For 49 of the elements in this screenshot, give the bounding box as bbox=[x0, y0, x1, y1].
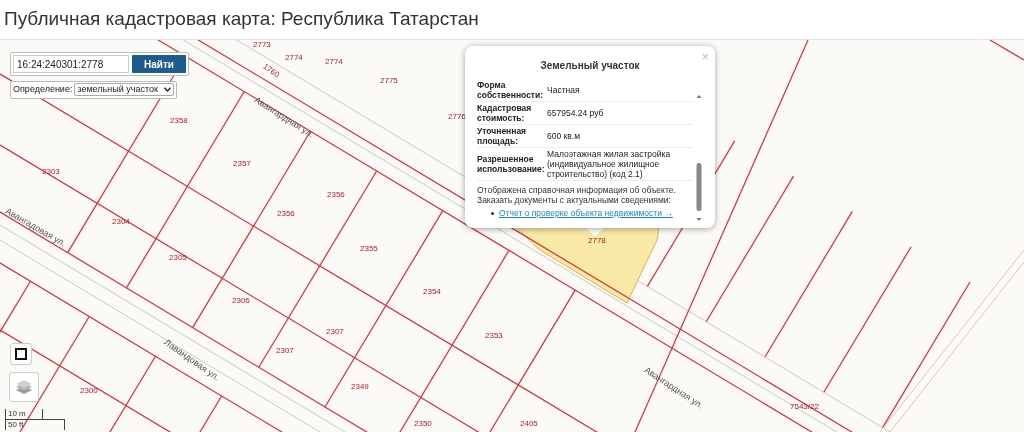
parcel-number: 2349 bbox=[351, 383, 369, 391]
property-label: Разрешенное использование: bbox=[477, 154, 543, 174]
parcel-number: 2356 bbox=[327, 191, 345, 199]
property-value: 657954.24 руб bbox=[547, 108, 604, 118]
parcel-number: 2354 bbox=[423, 288, 441, 296]
parcel-number: 2305 bbox=[169, 254, 187, 262]
parcel-number: 2306 bbox=[232, 297, 250, 305]
parcel-number: 2775 bbox=[380, 77, 398, 85]
parcel-number: 2776 bbox=[448, 113, 466, 121]
parcel-number: 2358 bbox=[170, 117, 188, 125]
parcel-number: 2304 bbox=[112, 218, 130, 226]
parcel-number: 2307 bbox=[276, 347, 294, 355]
layers-icon bbox=[15, 379, 33, 395]
report-link[interactable]: Отчет о проверке объекта недвижимости → bbox=[499, 208, 673, 219]
info-note: Отображена справочная информация об объекте. Заказать документы с актуальными сведениями: bbox=[477, 185, 677, 205]
parcel-number: 2774 bbox=[325, 58, 343, 66]
page-title: Публичная кадастровая карта: Республика Татарстан bbox=[4, 7, 479, 32]
select-area-tool-button[interactable] bbox=[10, 343, 32, 365]
property-label: Форма собственности: bbox=[477, 80, 543, 100]
definition-select[interactable]: земельный участок bbox=[74, 83, 174, 97]
definition-label: Определение: bbox=[13, 83, 73, 96]
parcel-number: 2773 bbox=[253, 41, 271, 49]
cadastral-number-field[interactable]: 16:24:240301:2778 bbox=[13, 55, 129, 73]
parcel-number: 2357 bbox=[233, 160, 251, 168]
square-icon bbox=[15, 348, 27, 360]
parcel-number: 2303 bbox=[42, 168, 60, 176]
scrollbar[interactable] bbox=[695, 93, 703, 223]
parcel-number: 2355 bbox=[360, 245, 378, 253]
property-label: Кадастровая стоимость: bbox=[477, 103, 533, 123]
parcel-number: 2405 bbox=[520, 420, 538, 428]
scale-imperial: 50 ft bbox=[5, 419, 65, 430]
parcel-number: 2300 bbox=[80, 387, 98, 395]
layers-button[interactable] bbox=[9, 372, 39, 402]
parcel-number: 2353 bbox=[485, 332, 503, 340]
scale-metric: 10 m bbox=[5, 409, 43, 420]
parcel-number: 2356 bbox=[277, 210, 295, 218]
property-value: Малоэтажная жилая застройка (индивидуальное жилищное строительство) (код 2.1) bbox=[547, 149, 672, 179]
bullet-icon bbox=[491, 212, 494, 215]
find-button[interactable]: Найти bbox=[132, 55, 186, 73]
chevron-down-icon bbox=[163, 87, 171, 93]
property-value: Частная bbox=[547, 85, 580, 95]
popup-title: Земельный участок bbox=[539, 59, 641, 73]
parcel-number: 2774 bbox=[285, 54, 303, 62]
parcel-number: 1760 bbox=[261, 62, 281, 80]
parcel-number: 2350 bbox=[414, 420, 432, 428]
property-value: 600 кв.м bbox=[547, 131, 580, 141]
parcel-number: 2307 bbox=[326, 328, 344, 336]
parcel-number: 2778 bbox=[588, 237, 606, 245]
property-label: Уточненная площадь: bbox=[477, 126, 528, 146]
